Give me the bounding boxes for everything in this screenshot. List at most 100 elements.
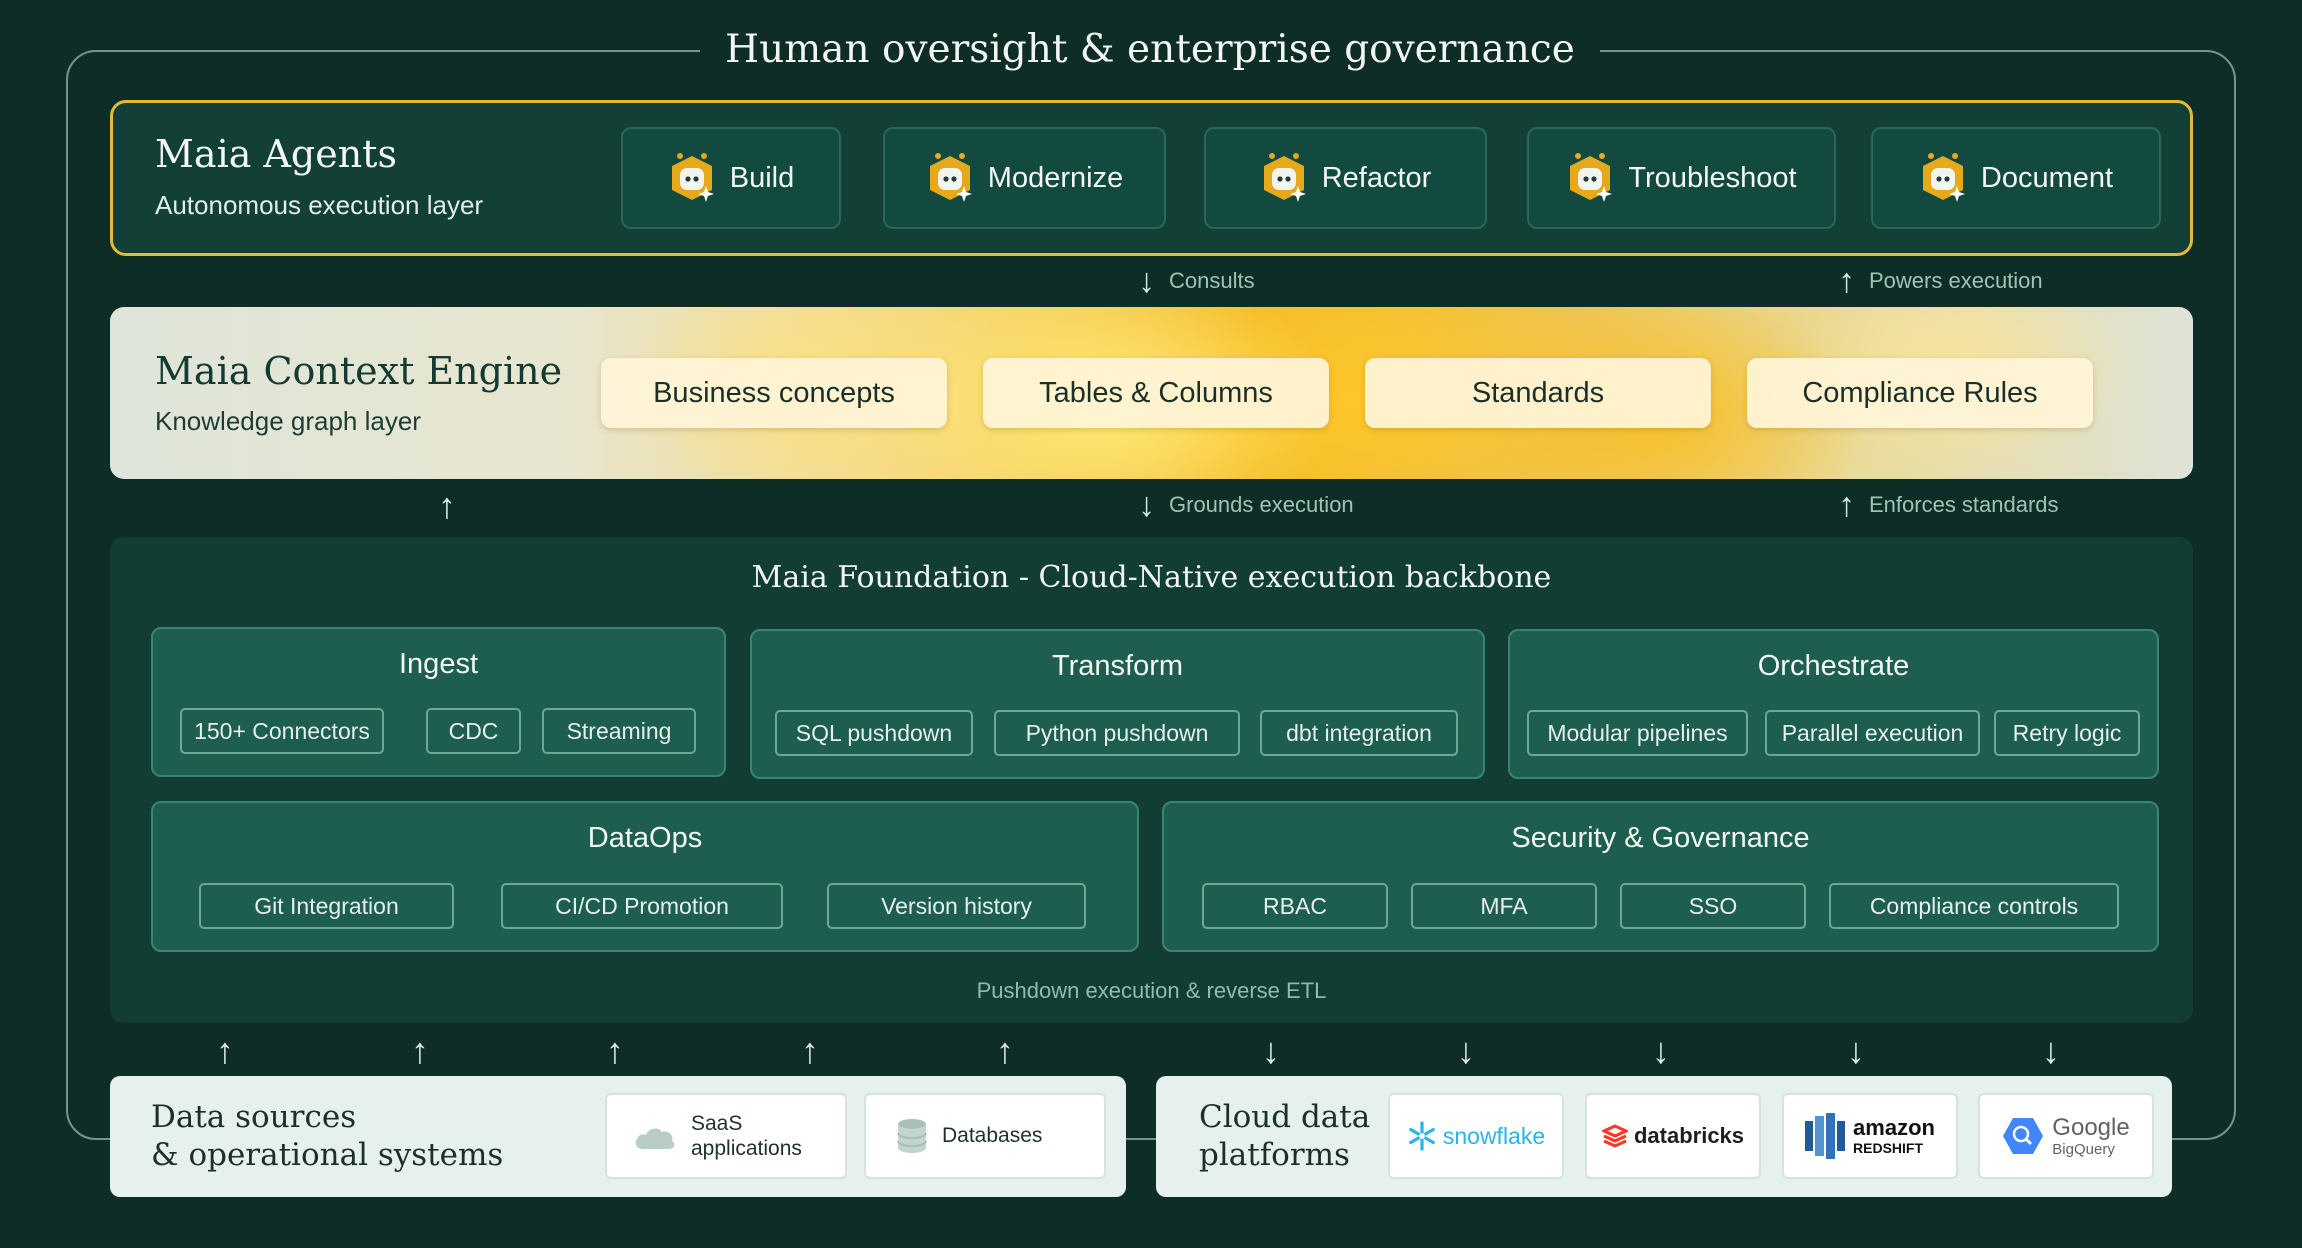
arrow-up-icon: ↑ — [1838, 262, 1855, 300]
retry-logic-pill: Retry logic — [1994, 710, 2140, 756]
arrow-down-icon: ↓ — [1138, 486, 1155, 524]
databricks-label: databricks — [1633, 1123, 1745, 1148]
tables-columns-chip: Tables & Columns — [983, 358, 1329, 428]
enforces-standards-flow: ↑ Enforces standards — [1838, 488, 2059, 522]
mfa-pill: MFA — [1411, 883, 1597, 929]
cloud-platforms-title-line2: platforms — [1199, 1137, 1350, 1173]
grounds-execution-flow: ↓ Grounds execution — [1138, 488, 1354, 522]
consults-label: Consults — [1169, 268, 1255, 293]
pushdown-label: Pushdown execution & reverse ETL — [976, 978, 1327, 1003]
maia-agent-icon — [1570, 153, 1613, 202]
redshift-wordmark: amazon REDSHIFT — [1853, 1115, 1935, 1156]
arrow-down-icon: ↓ — [1847, 1030, 1865, 1071]
google-label: Google — [2052, 1113, 2130, 1141]
cloud-icon — [635, 1128, 675, 1149]
snowflake-card: snowflake — [1388, 1093, 1564, 1179]
standards-chip: Standards — [1365, 358, 1711, 428]
foundation-title: Maia Foundation - Cloud-Native execution… — [751, 560, 1552, 595]
databases-label: Databases — [942, 1124, 1043, 1147]
agent-refactor-button[interactable]: Refactor — [1204, 127, 1487, 229]
transform-title: Transform — [1051, 650, 1184, 682]
ingest-title: Ingest — [399, 648, 478, 680]
saas-card: SaaS applications — [605, 1093, 847, 1179]
arrow-up-icon: ↑ — [801, 1030, 819, 1071]
git-integration-pill: Git Integration — [199, 883, 454, 929]
agent-build-button[interactable]: Build — [621, 127, 841, 229]
bigquery-label: BigQuery — [2052, 1140, 2115, 1158]
business-concepts-chip: Business concepts — [601, 358, 947, 428]
maia-agent-icon — [1922, 153, 1965, 202]
consults-flow: ↓ Consults — [1138, 264, 1255, 298]
powers-execution-flow: ↑ Powers execution — [1838, 264, 2043, 298]
databricks-card: databricks — [1585, 1093, 1761, 1179]
parallel-execution-pill: Parallel execution — [1765, 710, 1980, 756]
powers-execution-label: Powers execution — [1869, 268, 2043, 293]
agents-title: Maia Agents — [155, 132, 397, 176]
snowflake-label: snowflake — [1442, 1122, 1546, 1149]
maia-agent-icon — [671, 153, 714, 202]
saas-label-line1: SaaS — [691, 1112, 743, 1135]
bigquery-logo-icon — [2003, 1118, 2044, 1154]
agents-subtitle: Autonomous execution layer — [155, 190, 484, 220]
arrow-down-icon: ↓ — [1457, 1030, 1475, 1071]
arrow-up-icon: ↑ — [438, 485, 456, 526]
streaming-pill: Streaming — [542, 708, 696, 754]
arrow-up-icon: ↑ — [216, 1030, 234, 1071]
sql-pushdown-pill: SQL pushdown — [775, 710, 973, 756]
cicd-promotion-pill: CI/CD Promotion — [501, 883, 783, 929]
version-history-pill: Version history — [827, 883, 1086, 929]
arrow-down-icon: ↓ — [2042, 1030, 2060, 1071]
arrow-up-icon: ↑ — [1838, 486, 1855, 524]
compliance-controls-pill: Compliance controls — [1829, 883, 2119, 929]
redshift-label: REDSHIFT — [1853, 1140, 1924, 1156]
bigquery-card: Google BigQuery — [1978, 1093, 2154, 1179]
grounds-execution-label: Grounds execution — [1169, 492, 1354, 517]
arrow-down-icon: ↓ — [1262, 1030, 1280, 1071]
python-pushdown-pill: Python pushdown — [994, 710, 1240, 756]
dataops-title: DataOps — [587, 822, 703, 854]
context-engine-subtitle: Knowledge graph layer — [155, 406, 421, 436]
agent-document-button[interactable]: Document — [1871, 127, 2161, 229]
databricks-logo-icon — [1601, 1124, 1628, 1148]
databases-card: Databases — [864, 1093, 1106, 1179]
cloud-platforms-title-line1: Cloud data — [1199, 1099, 1371, 1135]
snowflake-logo-icon — [1408, 1121, 1435, 1151]
connectors-pill: 150+ Connectors — [180, 708, 384, 754]
rbac-pill: RBAC — [1202, 883, 1388, 929]
cdc-pill: CDC — [426, 708, 521, 754]
security-title: Security & Governance — [1511, 822, 1810, 854]
compliance-rules-chip: Compliance Rules — [1747, 358, 2093, 428]
agent-troubleshoot-button[interactable]: Troubleshoot — [1527, 127, 1836, 229]
redshift-logo-icon — [1805, 1113, 1846, 1159]
arrow-up-icon: ↑ — [606, 1030, 624, 1071]
agent-build-label: Build — [729, 161, 795, 194]
arrow-down-icon: ↓ — [1138, 262, 1155, 300]
maia-agent-icon — [1263, 153, 1306, 202]
arrow-down-icon: ↓ — [1652, 1030, 1670, 1071]
data-sources-title-line2: & operational systems — [151, 1137, 504, 1173]
saas-label: SaaS applications — [691, 1111, 802, 1161]
amazon-label: amazon — [1853, 1115, 1935, 1140]
arrow-up-icon: ↑ — [996, 1030, 1014, 1071]
bigquery-wordmark: Google BigQuery — [2052, 1113, 2130, 1158]
saas-label-line2: applications — [691, 1137, 802, 1160]
maia-agent-icon — [929, 153, 972, 202]
data-sources-title: Data sources & operational systems — [151, 1098, 503, 1174]
agent-troubleshoot-label: Troubleshoot — [1628, 161, 1797, 194]
agent-modernize-label: Modernize — [987, 161, 1124, 194]
enforces-standards-label: Enforces standards — [1869, 492, 2059, 517]
orchestrate-title: Orchestrate — [1757, 650, 1910, 682]
sso-pill: SSO — [1620, 883, 1806, 929]
data-sources-title-line1: Data sources — [151, 1099, 357, 1135]
modular-pipelines-pill: Modular pipelines — [1527, 710, 1748, 756]
database-icon — [897, 1119, 927, 1153]
agent-refactor-label: Refactor — [1321, 161, 1432, 194]
governance-title: Human oversight & enterprise governance — [700, 20, 1600, 80]
arrow-up-icon: ↑ — [411, 1030, 429, 1071]
redshift-card: amazon REDSHIFT — [1782, 1093, 1958, 1179]
agent-document-label: Document — [1980, 161, 2114, 194]
cloud-platforms-title: Cloud data platforms — [1199, 1098, 1370, 1174]
dbt-integration-pill: dbt integration — [1260, 710, 1458, 756]
agent-modernize-button[interactable]: Modernize — [883, 127, 1166, 229]
context-engine-title: Maia Context Engine — [155, 349, 563, 393]
